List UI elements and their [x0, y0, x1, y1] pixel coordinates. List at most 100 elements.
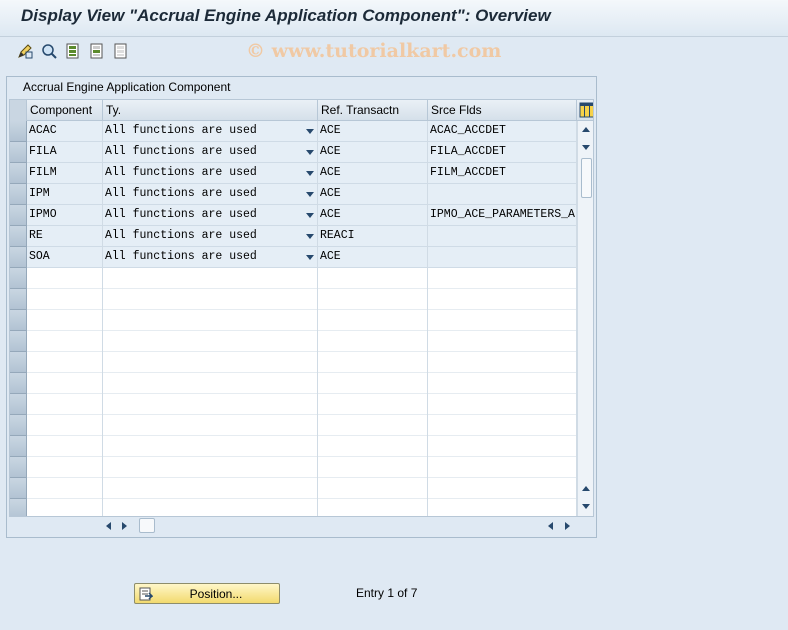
- cell-type[interactable]: All functions are used: [103, 226, 318, 247]
- cell-type[interactable]: All functions are used: [103, 121, 318, 142]
- table-row[interactable]: [10, 457, 577, 478]
- table-row[interactable]: IPMO All functions are used ACE IPMO_ACE_PA…: [10, 205, 577, 226]
- table-row[interactable]: [10, 268, 577, 289]
- cell-type[interactable]: All functions are used: [103, 247, 318, 268]
- cell-component[interactable]: RE: [27, 226, 103, 247]
- row-selector[interactable]: [10, 289, 27, 310]
- row-selector[interactable]: [10, 205, 27, 226]
- row-selector[interactable]: [10, 373, 27, 394]
- row-selector[interactable]: [10, 499, 27, 516]
- cell-type[interactable]: All functions are used: [103, 205, 318, 226]
- cell-component[interactable]: ACAC: [27, 121, 103, 142]
- scroll-down-icon[interactable]: [582, 504, 590, 509]
- cell-component[interactable]: FILA: [27, 142, 103, 163]
- cell-component[interactable]: IPMO: [27, 205, 103, 226]
- table-row[interactable]: [10, 436, 577, 457]
- select-all-icon[interactable]: [64, 42, 82, 60]
- change-display-icon[interactable]: [16, 42, 34, 60]
- row-selector[interactable]: [10, 310, 27, 331]
- cell-source-fields[interactable]: [428, 184, 577, 205]
- column-header-source-fields[interactable]: Srce Flds: [428, 100, 577, 121]
- table-row[interactable]: [10, 394, 577, 415]
- cell-ref-transaction[interactable]: ACE: [318, 142, 428, 163]
- table-row[interactable]: [10, 289, 577, 310]
- table-row[interactable]: ACAC All functions are used ACE ACAC_ACCDET: [10, 121, 577, 142]
- page-up-icon[interactable]: [582, 145, 590, 150]
- cell-ref-transaction: [318, 289, 428, 310]
- dropdown-arrow-icon[interactable]: [306, 213, 314, 218]
- table-row[interactable]: [10, 478, 577, 499]
- cell-type[interactable]: All functions are used: [103, 163, 318, 184]
- table-row[interactable]: [10, 310, 577, 331]
- dropdown-arrow-icon[interactable]: [306, 234, 314, 239]
- dropdown-arrow-icon[interactable]: [306, 192, 314, 197]
- cell-ref-transaction[interactable]: ACE: [318, 247, 428, 268]
- row-selector[interactable]: [10, 352, 27, 373]
- row-selector[interactable]: [10, 121, 27, 142]
- cell-type[interactable]: All functions are used: [103, 184, 318, 205]
- position-button[interactable]: Position...: [134, 583, 280, 604]
- cell-ref-transaction[interactable]: ACE: [318, 184, 428, 205]
- dropdown-arrow-icon[interactable]: [306, 255, 314, 260]
- scroll-right-icon[interactable]: [565, 522, 570, 530]
- row-selector[interactable]: [10, 415, 27, 436]
- scroll-left-end-icon[interactable]: [548, 522, 553, 530]
- cell-component[interactable]: FILM: [27, 163, 103, 184]
- scroll-up-icon[interactable]: [582, 127, 590, 132]
- row-selector[interactable]: [10, 163, 27, 184]
- horizontal-scroll-thumb[interactable]: [139, 518, 155, 533]
- table-row[interactable]: IPM All functions are used ACE: [10, 184, 577, 205]
- cell-ref-transaction[interactable]: ACE: [318, 121, 428, 142]
- cell-source-fields[interactable]: IPMO_ACE_PARAMETERS_A: [428, 205, 577, 226]
- row-selector[interactable]: [10, 457, 27, 478]
- page-down-icon[interactable]: [582, 486, 590, 491]
- row-selector[interactable]: [10, 478, 27, 499]
- row-selector[interactable]: [10, 226, 27, 247]
- table-row[interactable]: SOA All functions are used ACE: [10, 247, 577, 268]
- cell-ref-transaction[interactable]: ACE: [318, 163, 428, 184]
- vertical-scroll-thumb[interactable]: [581, 158, 592, 198]
- table-settings-icon[interactable]: [579, 102, 593, 118]
- row-selector[interactable]: [10, 268, 27, 289]
- table-row[interactable]: [10, 373, 577, 394]
- dropdown-arrow-icon[interactable]: [306, 150, 314, 155]
- horizontal-scrollbar[interactable]: [103, 517, 578, 534]
- vertical-scrollbar[interactable]: [577, 121, 593, 516]
- table-row[interactable]: FILA All functions are used ACE FILA_ACCDET: [10, 142, 577, 163]
- cell-component[interactable]: IPM: [27, 184, 103, 205]
- row-selector[interactable]: [10, 331, 27, 352]
- cell-component[interactable]: SOA: [27, 247, 103, 268]
- cell-source-fields[interactable]: FILA_ACCDET: [428, 142, 577, 163]
- column-header-component[interactable]: Component: [27, 100, 103, 121]
- cell-ref-transaction[interactable]: ACE: [318, 205, 428, 226]
- detail-view-icon[interactable]: [40, 42, 58, 60]
- dropdown-arrow-icon[interactable]: [306, 129, 314, 134]
- scroll-left-icon[interactable]: [106, 522, 111, 530]
- row-selector[interactable]: [10, 247, 27, 268]
- table-row[interactable]: [10, 415, 577, 436]
- cell-source-fields[interactable]: FILM_ACCDET: [428, 163, 577, 184]
- cell-ref-transaction[interactable]: REACI: [318, 226, 428, 247]
- cell-type: [103, 436, 318, 457]
- select-all-header[interactable]: [10, 100, 27, 121]
- table-row[interactable]: [10, 499, 577, 516]
- scroll-right-step-icon[interactable]: [122, 522, 127, 530]
- table-row[interactable]: [10, 331, 577, 352]
- cell-source-fields[interactable]: [428, 226, 577, 247]
- cell-source-fields[interactable]: ACAC_ACCDET: [428, 121, 577, 142]
- cell-type[interactable]: All functions are used: [103, 142, 318, 163]
- table-control-panel: Accrual Engine Application Component Com…: [6, 76, 597, 538]
- table-row[interactable]: FILM All functions are used ACE FILM_ACCDET: [10, 163, 577, 184]
- row-selector[interactable]: [10, 184, 27, 205]
- deselect-all-icon[interactable]: [112, 42, 130, 60]
- row-selector[interactable]: [10, 394, 27, 415]
- select-block-icon[interactable]: [88, 42, 106, 60]
- column-header-type[interactable]: Ty.: [103, 100, 318, 121]
- row-selector[interactable]: [10, 142, 27, 163]
- table-row[interactable]: RE All functions are used REACI: [10, 226, 577, 247]
- cell-source-fields[interactable]: [428, 247, 577, 268]
- column-header-ref-transaction[interactable]: Ref. Transactn: [318, 100, 428, 121]
- row-selector[interactable]: [10, 436, 27, 457]
- dropdown-arrow-icon[interactable]: [306, 171, 314, 176]
- table-row[interactable]: [10, 352, 577, 373]
